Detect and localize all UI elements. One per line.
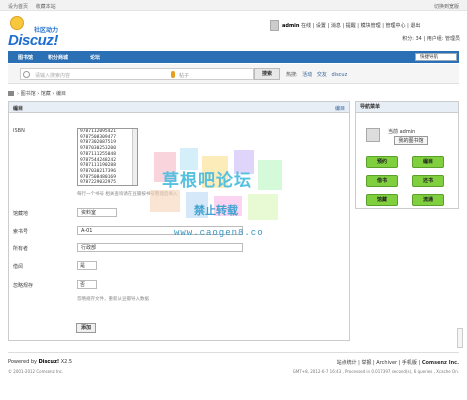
switch-style-link[interactable]: 切换到宽版 [434,3,459,10]
username-link[interactable]: admin [282,23,299,29]
my-library-button[interactable]: 我的图书馆 [394,136,428,145]
current-user: 当前 admin [388,129,416,135]
watermark-url: www.caogen8.co [174,228,264,238]
watermark-block [150,190,180,212]
panel-header-link[interactable]: 编目 [335,105,345,112]
breadcrumb-catalog: 编目 [56,91,67,97]
powered-prefix: Powered by [8,359,39,365]
bookmark-link[interactable]: 收藏本站 [36,4,56,10]
nav-item-library[interactable]: 图书馆 [18,54,33,61]
footer-links: 站点统计 | 举报 | Archiver | 手机版 | Comsenz Inc… [337,359,459,366]
top-links: 设为首页 收藏本站 [8,3,62,10]
ignore-select[interactable]: 否 [77,280,97,289]
user-stats-row: 积分: 34 | 用户组: 管理员 [402,36,460,42]
sidebar-title: 导航菜单 [356,102,458,113]
user-panel: admin 在线 | 设置 | 消息 | 提醒 | 模块管理 | 管理中心 | … [270,18,460,48]
quick-nav-dropdown[interactable]: 快捷导航 [415,53,457,61]
messages-link[interactable]: 消息 [331,23,341,29]
breadcrumb: › 图书馆 › 馆藏 › 编目 [8,90,66,97]
search-scope-select[interactable]: 帖子 [179,72,189,79]
isbn-textarea[interactable]: 9787112095421 9787508309477 978730208751… [77,128,138,186]
main-nav: 图书馆 积分商城 论坛 快捷导航 [8,51,459,63]
back-to-top-button[interactable] [457,328,463,348]
user-group-link[interactable]: 用户组: 管理员 [427,36,460,42]
owner-label: 所有者 [13,246,29,252]
search-input[interactable]: 请输入搜索内容 [35,72,70,79]
textarea-scrollbar[interactable] [132,129,137,185]
panel-header: 编目 编目 [9,102,349,113]
circulation-button[interactable]: 流通 [412,194,444,206]
logo-face-icon [10,16,24,30]
copyright: © 2001-2012 Comsenz Inc. [8,369,64,374]
ignore-hint: 忽略规存文件，重新从豆瓣导入数据 [77,297,149,302]
user-links-row: admin 在线 | 设置 | 消息 | 提醒 | 模块管理 | 管理中心 | … [282,23,421,29]
search-icon [23,71,30,78]
home-icon[interactable] [8,91,14,96]
footer-link-list[interactable]: 站点统计 | 举报 | Archiver | 手机版 | [337,360,421,366]
points-link[interactable]: 积分: 34 [402,36,422,42]
reserve-button[interactable]: 预约 [366,156,398,168]
hot-search: 热搜: 活动 交友 discuz [286,71,347,78]
add-button[interactable]: 添加 [76,323,96,333]
company-link[interactable]: Comsenz Inc. [422,360,459,366]
hot-search-label: 热搜: [286,72,298,78]
location-input[interactable]: 资料室 [77,208,117,217]
top-bar: 设为首页 收藏本站 切换到宽版 [0,0,467,11]
search-box: 请输入搜索内容 帖子 [20,68,254,80]
isbn-line: 9787229032975 [80,180,116,186]
site-logo[interactable]: 社区动力 Discuz! [8,14,72,49]
hot-search-link[interactable]: discuz [332,72,348,78]
watermark-notice: 禁止转载 [194,204,238,217]
panel-title: 编目 [13,106,24,112]
watermark-block [248,194,278,220]
logo-wordmark: Discuz! [8,32,58,49]
user-avatar[interactable] [270,20,279,31]
notify-link[interactable]: 提醒 [346,23,356,29]
microphone-icon[interactable] [171,71,175,78]
watermark-title: 草根吧论坛 [162,171,252,191]
settings-link[interactable]: 设置 [316,23,326,29]
ignore-label: 忽略规存 [13,283,34,289]
user-status: 在线 [301,23,312,29]
watermark: 草根吧论坛 禁止转载 www.caogen8.co [150,148,290,248]
module-admin-link[interactable]: 模块管理 [361,23,381,29]
callno-label: 索书号 [13,229,29,235]
borrow-button[interactable]: 借书 [366,175,398,187]
admin-center-link[interactable]: 管理中心 [385,23,405,29]
lend-label: 借阅 [13,264,24,270]
version: X2.5 [59,359,73,365]
watermark-block [258,160,282,190]
sidebar-nav: 导航菜单 当前 admin 我的图书馆 预约 编目 借书 还书 馆藏 流通 [355,101,459,209]
breadcrumb-collection[interactable]: 馆藏 [41,91,51,97]
isbn-label: ISBN [13,128,25,134]
sidebar-avatar[interactable] [366,128,380,142]
location-label: 馆藏地 [13,211,29,217]
nav-item-points-mall[interactable]: 积分商城 [48,54,68,61]
catalog-button[interactable]: 编目 [412,156,444,168]
nav-item-forum[interactable]: 论坛 [90,54,100,61]
hot-search-link[interactable]: 交友 [317,72,327,78]
product-link[interactable]: Discuz! [39,359,60,365]
breadcrumb-library[interactable]: 图书馆 [21,91,36,97]
lend-select[interactable]: 是 [77,261,97,270]
footer: Powered by Discuz! X2.5 © 2001-2012 Coms… [8,352,459,374]
footer-meta: GMT+8, 2012-6-7 16:43 , Processed in 0.0… [292,369,459,374]
set-home-link[interactable]: 设为首页 [8,4,28,10]
collection-button[interactable]: 馆藏 [366,194,398,206]
return-button[interactable]: 还书 [412,175,444,187]
search-bar: 请输入搜索内容 帖子 搜索 热搜: 活动 交友 discuz [8,64,459,84]
hot-search-link[interactable]: 活动 [302,72,312,78]
search-button[interactable]: 搜索 [254,68,280,80]
powered-by: Powered by Discuz! X2.5 [8,359,72,365]
logout-link[interactable]: 退出 [410,23,420,29]
